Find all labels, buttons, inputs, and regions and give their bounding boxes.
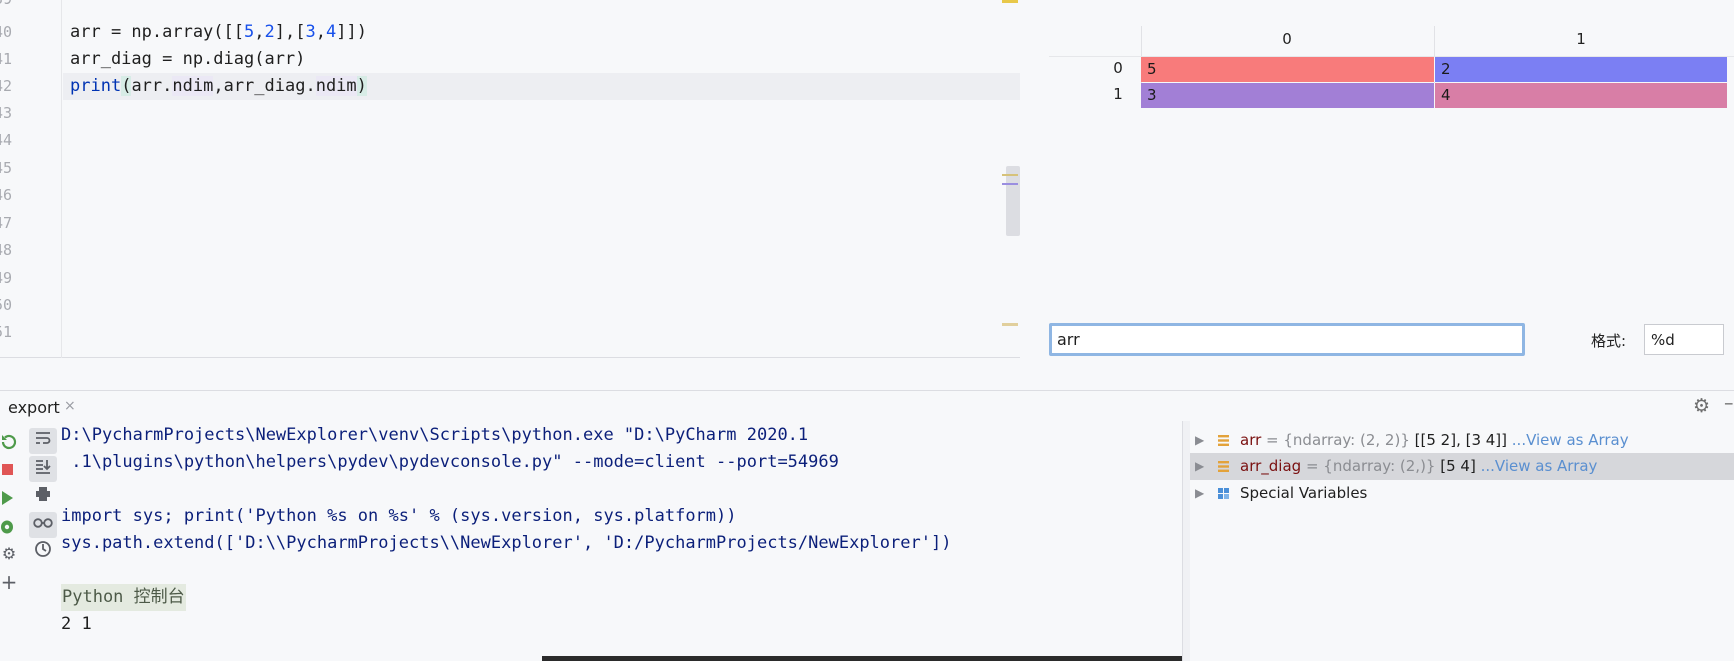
line-number: 48 [0, 241, 13, 259]
console-line: import sys; print('Python %s on %s' % (s… [61, 506, 737, 526]
slice-expression-input[interactable] [1049, 323, 1525, 356]
view-as-array-link[interactable]: ...View as Array [1507, 431, 1629, 449]
console-actions-toolbar [26, 421, 60, 661]
line-number: 44 [0, 131, 13, 149]
line-number: 39 [0, 0, 14, 8]
console-line: sys.path.extend(['D:\\PycharmProjects\\N… [61, 533, 952, 553]
special-variables-icon [1218, 488, 1229, 499]
console-left-toolbar: ⚙ + [0, 421, 22, 661]
line-number: 42 [0, 77, 13, 95]
error-stripe-marker[interactable] [1002, 174, 1018, 176]
console-banner: Python 控制台 [61, 584, 186, 611]
print-icon[interactable] [29, 484, 57, 510]
console-result: 2 1 [61, 614, 92, 634]
variable-type: = {ndarray: (2, 2)} [1261, 431, 1415, 449]
row-header: 1 [1113, 85, 1123, 103]
line-number: 49 [0, 269, 13, 287]
line-number: 41 [0, 50, 13, 68]
array-icon [1218, 461, 1229, 472]
debug-icon[interactable] [0, 517, 18, 535]
variable-row[interactable]: ▶ Special Variables [1190, 480, 1734, 507]
add-icon[interactable]: + [0, 572, 18, 592]
expand-arrow-icon[interactable]: ▶ [1195, 480, 1204, 507]
expand-arrow-icon[interactable]: ▶ [1195, 453, 1204, 480]
line-number: 43 [0, 104, 13, 122]
minimize-icon[interactable]: – [1724, 392, 1734, 414]
panel-splitter[interactable] [1182, 421, 1190, 661]
variable-value: [5 4] [1440, 457, 1476, 475]
gear-icon[interactable]: ⚙ [1693, 395, 1710, 417]
error-stripe-marker[interactable] [1002, 0, 1018, 3]
line-number: 51 [0, 323, 13, 341]
settings-icon[interactable]: ⚙ [0, 545, 18, 563]
array-icon [1218, 435, 1229, 446]
code-editor[interactable]: 39 40 41 42 43 44 45 46 47 48 49 50 51 a… [0, 0, 1020, 358]
variable-row[interactable]: ▶ arr_diag = {ndarray: (2,)} [5 4] ...Vi… [1190, 453, 1734, 480]
variable-name: arr_diag [1240, 457, 1302, 475]
line-number: 45 [0, 159, 13, 177]
soft-wrap-icon[interactable] [29, 428, 57, 454]
error-stripe-marker[interactable] [1002, 183, 1018, 185]
line-number: 40 [0, 23, 13, 41]
view-as-array-link[interactable]: ...View as Array [1476, 457, 1598, 475]
array-cell[interactable]: 4 [1435, 83, 1728, 108]
variable-type: = {ndarray: (2,)} [1301, 457, 1441, 475]
stop-icon[interactable] [0, 461, 18, 479]
editor-scrollbar-thumb[interactable] [1006, 166, 1020, 236]
array-viewer-panel: 0 1 0 1 5 2 3 4 格式: [1021, 0, 1734, 390]
rerun-icon[interactable] [0, 433, 18, 451]
variable-name: Special Variables [1240, 484, 1368, 502]
code-line[interactable]: print(arr.ndim,arr_diag.ndim) [70, 73, 367, 100]
console-tab-bar: export × ⚙ – [0, 390, 1734, 421]
format-label: 格式: [1591, 332, 1627, 350]
expand-arrow-icon[interactable]: ▶ [1195, 427, 1204, 454]
line-number: 47 [0, 214, 13, 232]
line-number-gutter: 39 40 41 42 43 44 45 46 47 48 49 50 51 [0, 0, 62, 358]
code-line[interactable]: arr_diag = np.diag(arr) [70, 46, 305, 73]
variable-value: [[5 2], [3 4]] [1414, 431, 1508, 449]
line-number: 46 [0, 186, 13, 204]
variable-row[interactable]: ▶ arr = {ndarray: (2, 2)} [[5 2], [3 4]]… [1190, 427, 1734, 454]
history-icon[interactable] [29, 540, 57, 566]
show-variables-icon[interactable] [29, 512, 57, 538]
console-line: D:\PycharmProjects\NewExplorer\venv\Scri… [61, 425, 809, 445]
format-input[interactable] [1644, 324, 1724, 355]
error-stripe-marker[interactable] [1002, 323, 1018, 326]
array-cell[interactable]: 3 [1141, 83, 1435, 108]
array-cell[interactable]: 2 [1435, 57, 1728, 82]
scroll-to-end-icon[interactable] [29, 456, 57, 482]
variable-name: arr [1240, 431, 1262, 449]
run-icon[interactable] [0, 489, 18, 507]
code-line[interactable]: arr = np.array([[5,2],[3,4]]) [70, 19, 367, 46]
column-header: 1 [1576, 30, 1586, 48]
line-number: 50 [0, 296, 13, 314]
tab-export[interactable]: export [8, 398, 60, 417]
variables-panel: ▶ arr = {ndarray: (2, 2)} [[5 2], [3 4]]… [1190, 421, 1734, 661]
console-line: .1\plugins\python\helpers\pydev\pydevcon… [61, 452, 839, 472]
array-cell[interactable]: 5 [1141, 57, 1435, 82]
close-icon[interactable]: × [64, 398, 76, 414]
row-header: 0 [1113, 59, 1123, 77]
column-header: 0 [1282, 30, 1292, 48]
console-output[interactable]: D:\PycharmProjects\NewExplorer\venv\Scri… [61, 421, 1181, 661]
